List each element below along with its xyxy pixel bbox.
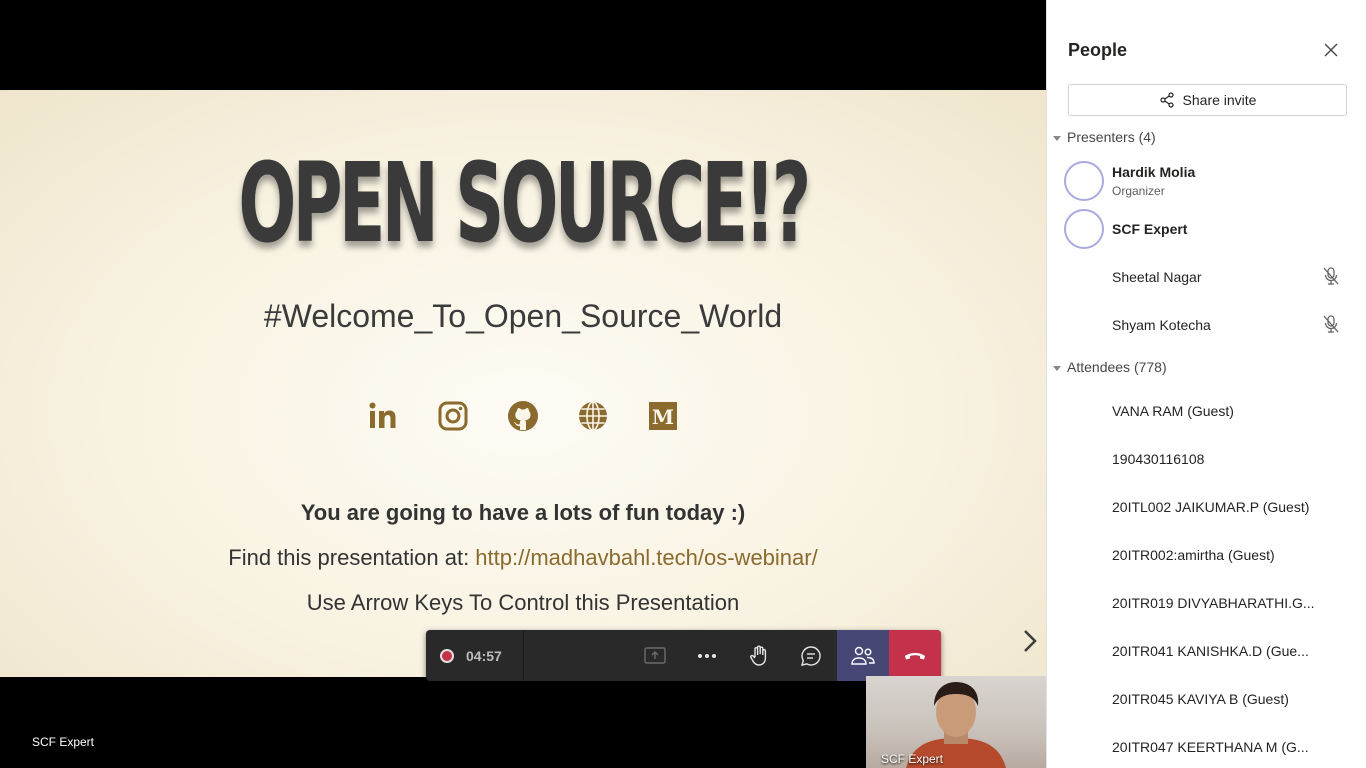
slide-keys-line: Use Arrow Keys To Control this Presentat… xyxy=(306,590,740,615)
caret-down-icon xyxy=(1053,365,1061,371)
social-links: M xyxy=(0,400,1046,432)
attendee-row[interactable]: 20ITR045 KAVIYA B (Guest) xyxy=(1047,674,1366,722)
avatar xyxy=(1064,161,1104,201)
presenters-label: Presenters (4) xyxy=(1067,129,1156,145)
person-name: Sheetal Nagar xyxy=(1112,269,1202,285)
share-invite-label: Share invite xyxy=(1182,92,1257,108)
person-role: Organizer xyxy=(1112,184,1165,198)
avatar xyxy=(1064,209,1104,249)
chat-button[interactable] xyxy=(785,630,837,681)
recording-icon xyxy=(440,648,454,663)
person-name: 20ITR045 KAVIYA B (Guest) xyxy=(1112,691,1289,707)
share-invite-button[interactable]: Share invite xyxy=(1068,84,1347,116)
github-icon[interactable] xyxy=(507,400,539,432)
person-name: 20ITR041 KANISHKA.D (Gue... xyxy=(1112,643,1309,659)
more-actions-button[interactable] xyxy=(681,630,733,681)
attendee-row[interactable]: 20ITL002 JAIKUMAR.P (Guest) xyxy=(1047,482,1366,530)
timer-text: 04:57 xyxy=(466,647,502,664)
next-slide-arrow-icon[interactable] xyxy=(1019,628,1041,654)
attendee-row[interactable]: 20ITR047 KEERTHANA M (G... xyxy=(1047,722,1366,768)
person-name: 20ITR019 DIVYABHARATHI.G... xyxy=(1112,595,1315,611)
close-icon[interactable] xyxy=(1321,40,1341,60)
attendee-row[interactable]: 20ITR019 DIVYABHARATHI.G... xyxy=(1047,578,1366,626)
presenters-group-toggle[interactable]: Presenters (4) xyxy=(1053,129,1156,145)
attendee-row[interactable]: VANA RAM (Guest) xyxy=(1047,386,1366,434)
caret-down-icon xyxy=(1053,135,1061,141)
raise-hand-button[interactable] xyxy=(733,630,785,681)
attendee-row[interactable]: 190430116108 xyxy=(1047,434,1366,482)
presenter-row[interactable]: Hardik Molia Organizer xyxy=(1047,156,1366,204)
slide-find-line: Find this presentation at: http://madhav… xyxy=(0,545,1046,571)
meeting-toolbar: 04:57 xyxy=(426,630,941,681)
slide-title: OPEN SOURCE!? xyxy=(238,139,811,267)
slide-fun-line: You are going to have a lots of fun toda… xyxy=(300,500,746,525)
hang-up-button[interactable] xyxy=(889,630,941,681)
self-video-label: SCF Expert xyxy=(881,752,944,766)
share-tray-button[interactable] xyxy=(629,630,681,681)
person-name: Shyam Kotecha xyxy=(1112,317,1211,333)
presentation-link[interactable]: http://madhavbahl.tech/os-webinar/ xyxy=(475,545,817,570)
meeting-stage: OPEN SOURCE!? #Welcome_To_Open_Source_Wo… xyxy=(0,0,1046,768)
person-name: 20ITR047 KEERTHANA M (G... xyxy=(1112,739,1309,755)
medium-icon[interactable]: M xyxy=(647,400,679,432)
presenter-row[interactable]: Sheetal Nagar xyxy=(1047,252,1366,300)
person-name: 190430116108 xyxy=(1112,451,1205,467)
panel-title: People xyxy=(1068,40,1128,60)
people-button[interactable] xyxy=(837,630,889,681)
attendee-row[interactable]: 20ITR041 KANISHKA.D (Gue... xyxy=(1047,626,1366,674)
presenter-row[interactable]: Shyam Kotecha xyxy=(1047,300,1366,348)
person-name: Hardik Molia xyxy=(1112,164,1196,180)
person-name: 20ITL002 JAIKUMAR.P (Guest) xyxy=(1112,499,1310,515)
presenter-row[interactable]: SCF Expert xyxy=(1047,204,1366,252)
share-icon xyxy=(1159,92,1174,108)
attendees-label: Attendees (778) xyxy=(1067,359,1167,375)
attendees-group-toggle[interactable]: Attendees (778) xyxy=(1053,359,1167,375)
person-name: VANA RAM (Guest) xyxy=(1112,403,1234,419)
mic-off-icon xyxy=(1321,314,1341,334)
svg-text:M: M xyxy=(652,405,674,429)
main-video-label: SCF Expert xyxy=(32,735,95,749)
globe-icon[interactable] xyxy=(577,400,609,432)
people-panel: People Share invite Presenters (4) Hardi… xyxy=(1046,0,1366,768)
instagram-icon[interactable] xyxy=(437,400,469,432)
recording-timer: 04:57 xyxy=(426,630,524,681)
presentation-slide: OPEN SOURCE!? #Welcome_To_Open_Source_Wo… xyxy=(0,90,1046,677)
find-prefix: Find this presentation at: xyxy=(228,545,476,570)
linkedin-icon[interactable] xyxy=(367,400,399,432)
mic-off-icon xyxy=(1321,266,1341,286)
slide-hashtag: #Welcome_To_Open_Source_World xyxy=(263,298,783,334)
attendee-row[interactable]: 20ITR002:amirtha (Guest) xyxy=(1047,530,1366,578)
person-name: 20ITR002:amirtha (Guest) xyxy=(1112,547,1275,563)
person-name: SCF Expert xyxy=(1112,221,1188,237)
